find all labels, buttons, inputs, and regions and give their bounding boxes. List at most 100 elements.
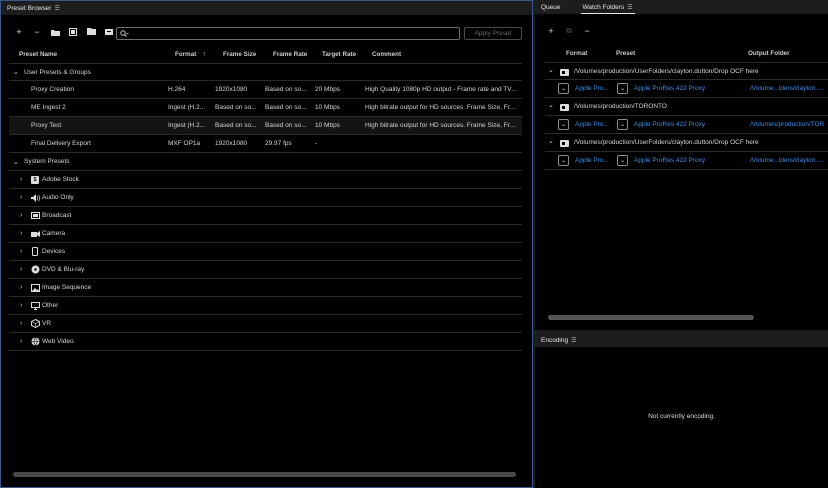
remove-watch-folder-button[interactable]: − [581,25,593,37]
import-icon [86,28,96,35]
tab-queue[interactable]: Queue [535,0,567,14]
preset-dropdown[interactable]: ⌄ [617,155,628,166]
watch-folders-horizontal-scrollbar[interactable] [548,315,754,320]
preset-frame-rate: 29.97 fps [265,140,292,147]
output-folder[interactable]: /Volume...lders/clayton.dutton [750,85,827,92]
chevron-right-icon[interactable]: › [20,320,22,327]
chevron-right-icon[interactable]: › [20,338,22,345]
watch-folder-row[interactable]: ⌄ /Volumes/production/TORONTO [545,98,828,116]
preset-dropdown[interactable]: ⌄ [617,119,628,130]
chevron-right-icon[interactable]: › [20,248,22,255]
output-folder[interactable]: /Volume...lders/clayton.dutton [750,157,827,164]
output-preset[interactable]: Apple ProRes 422 Proxy [634,121,744,128]
group-system-presets[interactable]: ⌄ System Presets [9,153,522,171]
preset-settings-button[interactable] [67,26,79,38]
apply-preset-button[interactable]: Apply Preset [464,27,522,40]
tab-watch-folders[interactable]: Watch Folders ☰ [577,0,639,14]
watch-folder-output-row[interactable]: ⌄ Apple Pro... ⌄ Apple ProRes 422 Proxy … [545,152,828,170]
system-preset-devices[interactable]: › Devices [9,243,522,261]
col-preset-name[interactable]: Preset Name [19,46,57,62]
format-dropdown[interactable]: ⌄ [558,155,569,166]
output-folder[interactable]: /Volumes/production/TOR [750,121,827,128]
col-wf-format[interactable]: Format [566,45,587,61]
system-preset-vr[interactable]: › VR [9,315,522,333]
col-comment[interactable]: Comment [372,46,401,62]
system-preset-label: Broadcast [42,212,72,219]
speaker-icon [31,194,40,202]
system-preset-label: Audio Only [42,194,74,201]
table-row[interactable]: Proxy Test Ingest (H.2... Based on so...… [9,117,522,135]
output-preset[interactable]: Apple ProRes 422 Proxy [634,85,744,92]
chevron-right-icon[interactable]: › [20,176,22,183]
panel-menu-icon[interactable]: ☰ [627,4,632,11]
tab-encoding[interactable]: Encoding ☰ [535,333,583,347]
watch-folder-output-row[interactable]: ⌄ Apple Pro... ⌄ Apple ProRes 422 Proxy … [545,80,828,98]
col-format[interactable]: Format ↑ [175,46,206,62]
folder-icon [560,140,569,147]
folder-icon [560,104,569,111]
add-watch-folder-button[interactable]: + [545,25,557,37]
system-preset-image-sequence[interactable]: › Image Sequence [9,279,522,297]
import-preset-button[interactable] [85,26,97,38]
add-preset-button[interactable]: + [13,26,25,38]
search-icon [120,30,129,37]
system-preset-web-video[interactable]: › Web Video [9,333,522,351]
minus-icon: − [584,26,590,36]
plus-icon: + [16,27,22,37]
preset-search-input[interactable] [116,27,460,40]
export-preset-button[interactable] [103,26,115,38]
output-format[interactable]: Apple Pro... [575,157,613,164]
col-target-rate[interactable]: Target Rate [322,46,356,62]
chevron-right-icon[interactable]: › [20,212,22,219]
remove-preset-button[interactable]: − [31,26,43,38]
col-frame-rate[interactable]: Frame Rate [273,46,307,62]
system-preset-dvd-bluray[interactable]: › DVD & Blu-ray [9,261,522,279]
chevron-right-icon[interactable]: › [20,230,22,237]
col-frame-size[interactable]: Frame Size [223,46,256,62]
preset-frame-size: Based on so... [215,104,257,111]
output-format[interactable]: Apple Pro... [575,85,613,92]
disc-icon [31,265,40,274]
chevron-right-icon[interactable]: › [20,194,22,201]
panel-menu-icon[interactable]: ☰ [571,337,576,344]
chevron-right-icon[interactable]: › [20,266,22,273]
system-preset-adobe-stock[interactable]: › S Adobe Stock [9,171,522,189]
preset-browser-panel: Preset Browser ☰ + − Apply Preset Preset… [0,0,533,488]
format-dropdown[interactable]: ⌄ [558,83,569,94]
col-wf-output[interactable]: Output Folder [748,45,790,61]
table-row[interactable]: Final Delivery Export MXF OP1a 1920x1080… [9,135,522,153]
chevron-right-icon[interactable]: › [20,284,22,291]
tab-preset-browser[interactable]: Preset Browser ☰ [1,1,66,15]
duplicate-watch-folder-button[interactable]: ⧉ [563,25,575,37]
table-row[interactable]: Proxy Creation H.264 1920x1080 Based on … [9,81,522,99]
preset-dropdown[interactable]: ⌄ [617,83,628,94]
table-row[interactable]: ME Ingest 2 Ingest (H.2... Based on so..… [9,99,522,117]
chevron-down-icon[interactable]: ⌄ [13,68,19,76]
output-format[interactable]: Apple Pro... [575,121,613,128]
export-icon [104,29,113,35]
preset-frame-rate: Based on so... [265,122,307,129]
watch-folder-output-row[interactable]: ⌄ Apple Pro... ⌄ Apple ProRes 422 Proxy … [545,116,828,134]
preset-comment: High bitrate output for HD sources. Fram… [365,122,519,129]
format-dropdown[interactable]: ⌄ [558,119,569,130]
preset-name: Final Delivery Export [31,140,91,147]
output-preset[interactable]: Apple ProRes 422 Proxy [634,157,744,164]
system-preset-other[interactable]: › Other [9,297,522,315]
system-preset-broadcast[interactable]: › Broadcast [9,207,522,225]
col-wf-preset[interactable]: Preset [616,45,635,61]
chevron-right-icon[interactable]: › [20,302,22,309]
watch-folder-row[interactable]: ⌄ /Volumes/production/UserFolders/clayto… [545,134,828,152]
system-preset-audio-only[interactable]: › Audio Only [9,189,522,207]
new-group-button[interactable] [49,26,61,38]
system-preset-camera[interactable]: › Camera [9,225,522,243]
preset-browser-title: Preset Browser [7,4,52,12]
panel-menu-icon[interactable]: ☰ [54,5,59,12]
group-user-presets[interactable]: ⌄ User Presets & Groups [9,63,522,81]
chevron-down-icon[interactable]: ⌄ [548,101,554,109]
chevron-down-icon[interactable]: ⌄ [548,137,554,145]
chevron-down-icon[interactable]: ⌄ [13,158,19,166]
chevron-down-icon[interactable]: ⌄ [548,66,554,74]
watch-folder-row[interactable]: ⌄ /Volumes/production/UserFolders/clayto… [545,62,828,80]
system-preset-label: Other [42,302,59,309]
preset-horizontal-scrollbar[interactable] [13,472,516,477]
